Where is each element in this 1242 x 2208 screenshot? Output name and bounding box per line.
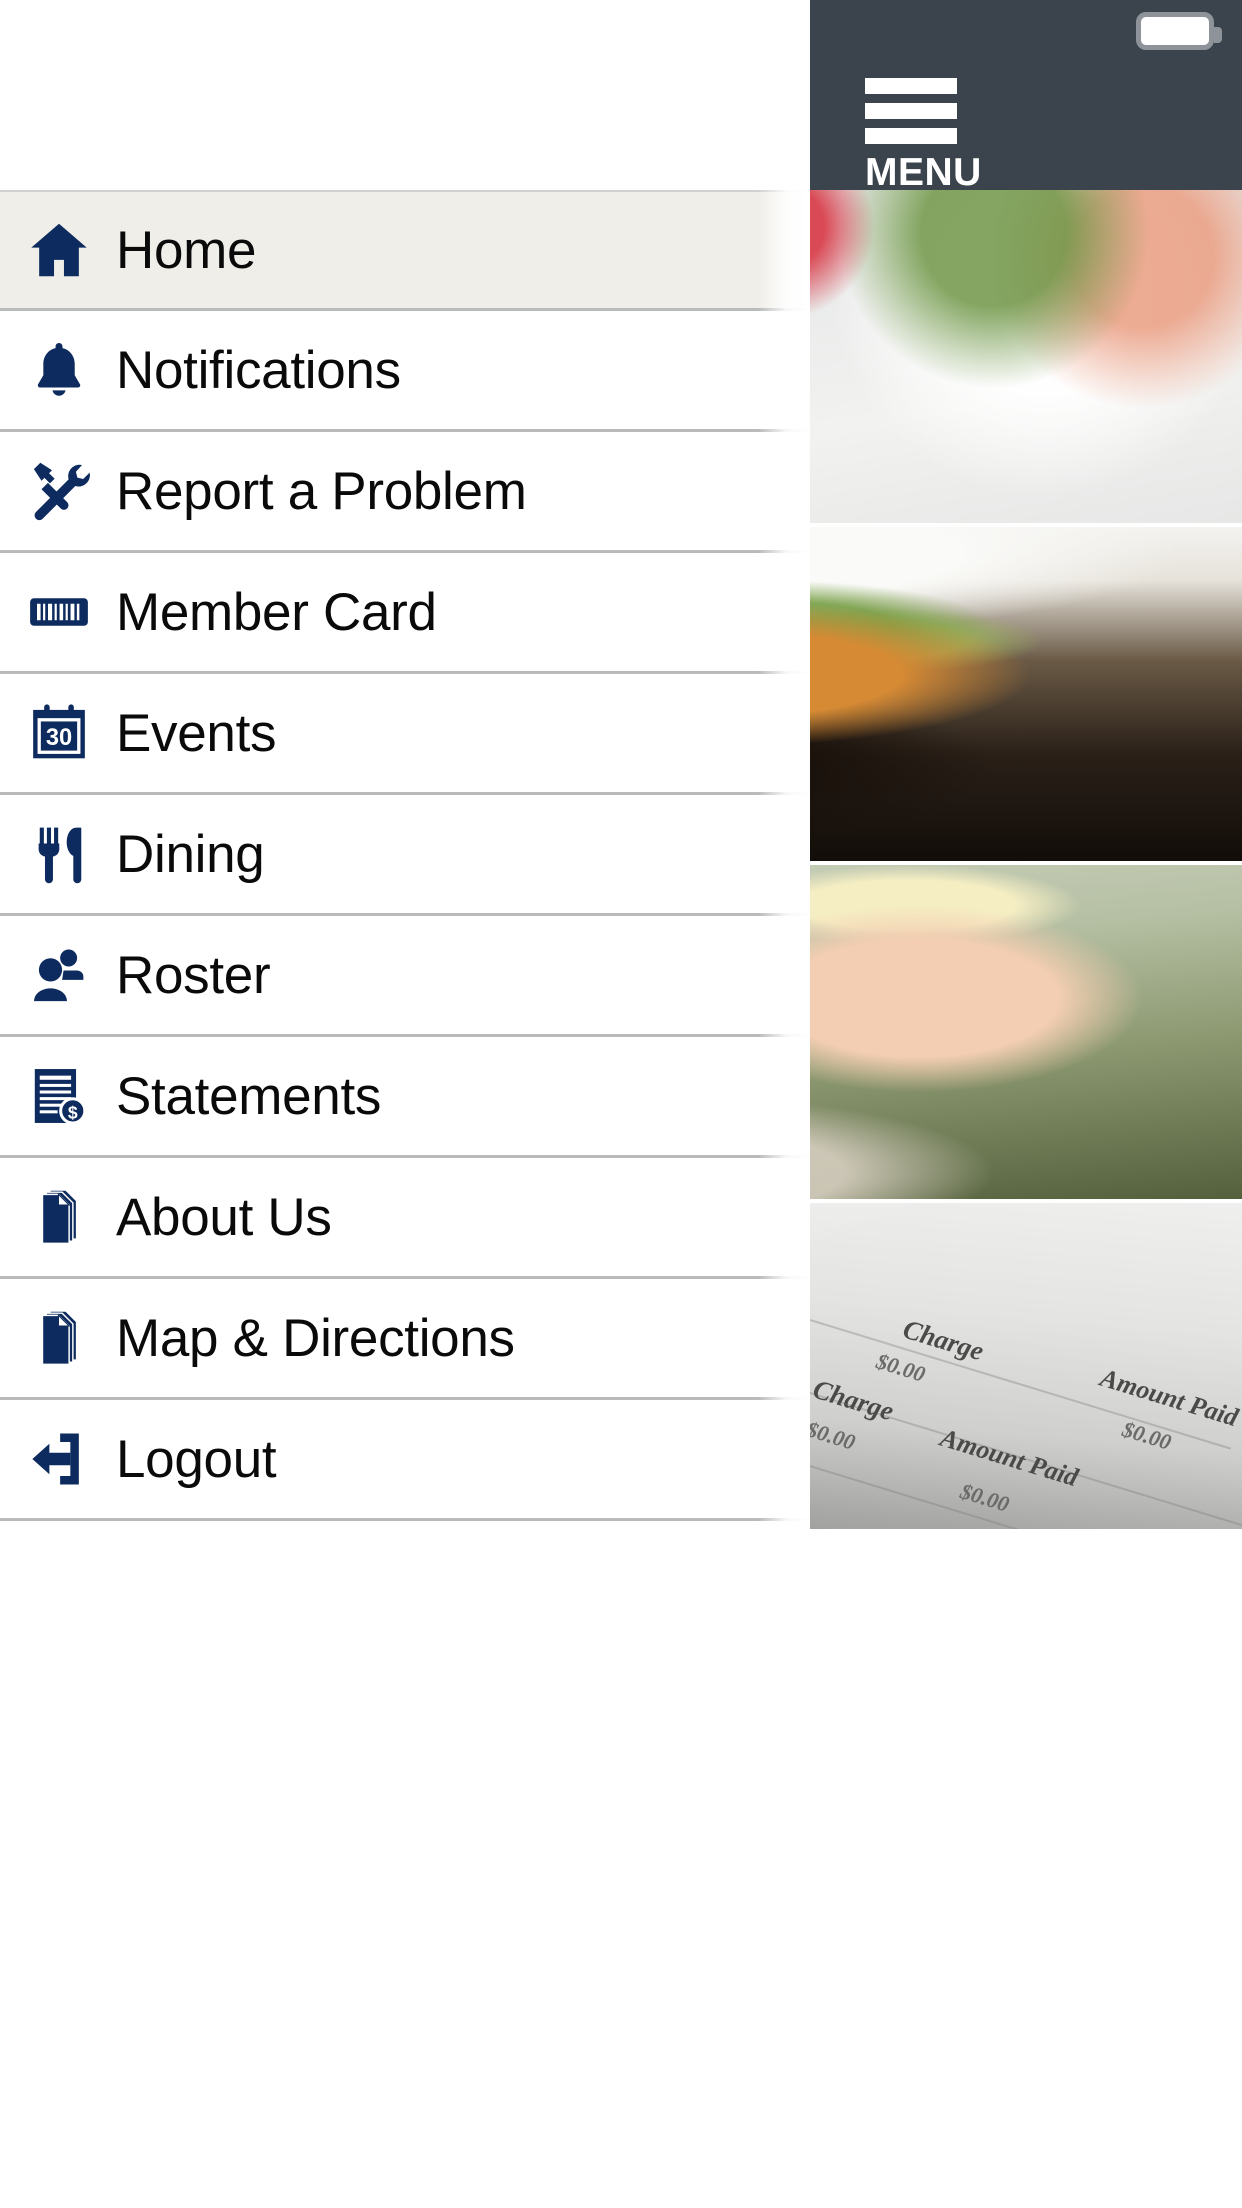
menu-button-label: MENU <box>865 151 982 194</box>
tile-roster[interactable]: ROSTER <box>808 865 1242 1203</box>
people-icon <box>20 936 98 1014</box>
tile-statements[interactable]: Charge $0.00 Amount Paid $0.00 Charge $0… <box>808 1203 1242 1533</box>
bell-icon <box>20 331 98 409</box>
tools-icon <box>20 452 98 530</box>
sidebar-item-label: Report a Problem <box>116 461 527 521</box>
documents-icon <box>20 1178 98 1256</box>
sidebar-item-label: Events <box>116 703 277 763</box>
sidebar-item-dining[interactable]: Dining <box>0 795 808 916</box>
sidebar-item-label: Statements <box>116 1066 382 1126</box>
sidebar-item-report-a-problem[interactable]: Report a Problem <box>0 432 808 553</box>
documents-icon <box>20 1299 98 1377</box>
tile-events[interactable]: EVENTS <box>808 190 1242 527</box>
svg-text:30: 30 <box>46 725 72 751</box>
sidebar-item-statements[interactable]: $ Statements <box>0 1037 808 1158</box>
calendar-30-icon: 30 <box>20 694 98 772</box>
menu-button[interactable]: MENU <box>865 78 982 194</box>
statement-amount-paid-label-2: Amount Paid <box>937 1422 1082 1493</box>
sidebar-item-label: Map & Directions <box>116 1308 515 1368</box>
sidebar-item-member-card[interactable]: Member Card <box>0 553 808 674</box>
dining-photo <box>808 527 1242 861</box>
sidebar-item-label: Member Card <box>116 582 437 642</box>
sidebar-item-label: Dining <box>116 824 265 884</box>
statement-amount-paid-amount-1: $0.00 <box>1119 1416 1175 1455</box>
sidebar-item-home[interactable]: Home <box>0 190 808 311</box>
app-header: MENU <box>808 0 1242 194</box>
statement-charge-amount-2: $0.00 <box>808 1416 859 1455</box>
drawer-top-spacer <box>0 0 808 190</box>
hamburger-icon <box>865 78 957 144</box>
home-icon <box>20 211 98 289</box>
app-content-panel: MENU EVENTS DINING ROSTER Ch <box>808 0 1242 2208</box>
tile-dining[interactable]: DINING <box>808 527 1242 865</box>
battery-full-icon <box>1136 12 1222 50</box>
sidebar-item-label: Roster <box>116 945 271 1005</box>
sidebar-item-map-directions[interactable]: Map & Directions <box>0 1279 808 1400</box>
sidebar-item-logout[interactable]: Logout <box>0 1400 808 1521</box>
barcode-icon <box>20 573 98 651</box>
sidebar-item-events[interactable]: 30 Events <box>0 674 808 795</box>
statements-photo: Charge $0.00 Amount Paid $0.00 Charge $0… <box>808 1203 1242 1529</box>
sidebar-item-about-us[interactable]: About Us <box>0 1158 808 1279</box>
fork-knife-icon <box>20 815 98 893</box>
exit-arrow-icon <box>20 1420 98 1498</box>
statement-amount-paid-label-1: Amount Paid <box>1097 1362 1242 1433</box>
sidebar-item-label: Logout <box>116 1429 277 1489</box>
app-screen: MENU EVENTS DINING ROSTER Ch <box>0 0 1242 2208</box>
svg-text:$: $ <box>68 1103 78 1123</box>
sidebar-item-notifications[interactable]: Notifications <box>0 311 808 432</box>
invoice-dollar-icon: $ <box>20 1057 98 1135</box>
navigation-drawer: Home Notifications Report a Problem Memb… <box>0 0 808 2208</box>
events-photo <box>808 190 1242 523</box>
sidebar-item-roster[interactable]: Roster <box>0 916 808 1037</box>
roster-photo <box>808 865 1242 1199</box>
nav-list: Home Notifications Report a Problem Memb… <box>0 190 808 1521</box>
sidebar-item-label: About Us <box>116 1187 332 1247</box>
sidebar-item-label: Home <box>116 220 257 280</box>
sidebar-item-label: Notifications <box>116 340 401 400</box>
